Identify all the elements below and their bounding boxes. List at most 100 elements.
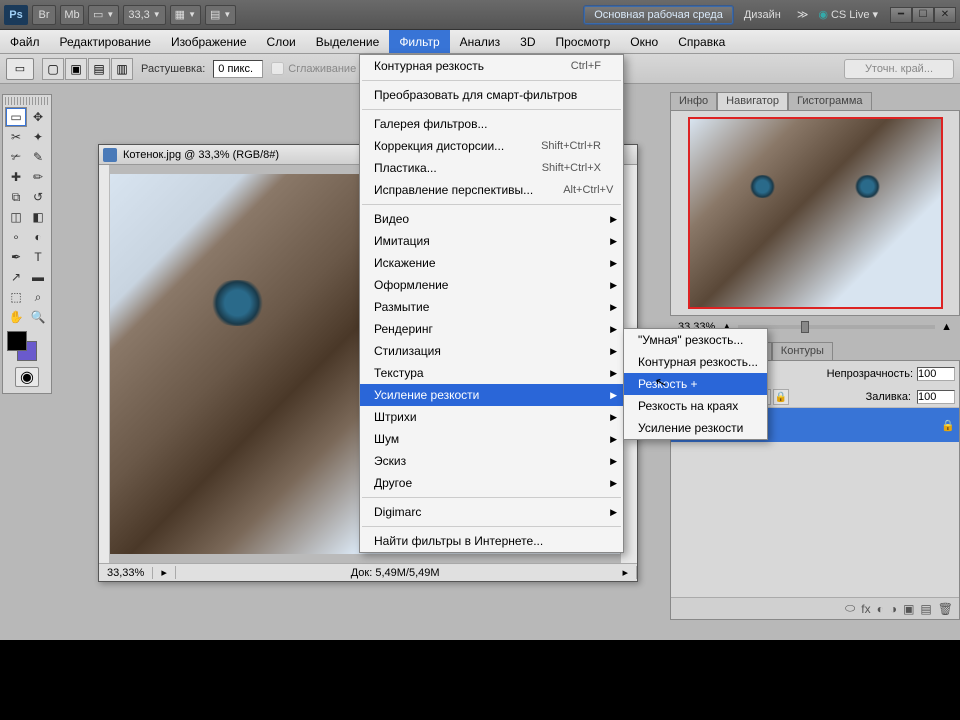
gradient-tool[interactable]: ◧	[27, 207, 49, 227]
pen-tool[interactable]: ✒	[5, 247, 27, 267]
zoom-in-icon[interactable]: ▲	[941, 321, 952, 333]
fill-input[interactable]	[917, 390, 955, 404]
menu-файл[interactable]: Файл	[0, 30, 50, 53]
filter-item[interactable]: Контурная резкостьCtrl+F	[360, 55, 623, 77]
new-layer-icon[interactable]: ▤	[920, 602, 931, 616]
filter-item[interactable]: Размытие▶	[360, 296, 623, 318]
mode-new[interactable]: ▢	[42, 58, 64, 80]
menu-выделение[interactable]: Выделение	[306, 30, 390, 53]
eyedropper-tool[interactable]: ✎	[27, 147, 49, 167]
filter-item[interactable]: Пластика...Shift+Ctrl+X	[360, 157, 623, 179]
ps-logo[interactable]: Ps	[4, 5, 28, 25]
filter-item[interactable]: Имитация▶	[360, 230, 623, 252]
filter-item[interactable]: Эскиз▶	[360, 450, 623, 472]
history-brush-tool[interactable]: ↺	[27, 187, 49, 207]
sharpen-item[interactable]: Резкость на краях	[624, 395, 767, 417]
opacity-input[interactable]	[917, 367, 955, 381]
filter-item[interactable]: Преобразовать для смарт-фильтров	[360, 84, 623, 106]
arrange-dropdown[interactable]: ▦▼	[170, 5, 201, 25]
group-icon[interactable]: ▣	[903, 602, 914, 616]
zoom-tool[interactable]: 🔍	[27, 307, 49, 327]
heal-tool[interactable]: ✚	[5, 167, 27, 187]
sharpen-item[interactable]: Усиление резкости	[624, 417, 767, 439]
status-zoom[interactable]: 33,33%	[99, 567, 153, 579]
filter-item[interactable]: Рендеринг▶	[360, 318, 623, 340]
shape-tool[interactable]: ▬	[27, 267, 49, 287]
filter-item[interactable]: Найти фильтры в Интернете...	[360, 530, 623, 552]
zoom-dropdown[interactable]: 33,3▼	[123, 5, 165, 25]
nav-tab-0[interactable]: Инфо	[670, 92, 717, 110]
status-arrow[interactable]: ▸	[153, 566, 176, 579]
type-tool[interactable]: T	[27, 247, 49, 267]
menu-редактирование[interactable]: Редактирование	[50, 30, 161, 53]
hand-tool[interactable]: ✋	[5, 307, 27, 327]
minibridge-button[interactable]: Mb	[60, 5, 84, 25]
mode-subtract[interactable]: ▤	[88, 58, 110, 80]
cslive-button[interactable]: CS Live ▾	[818, 8, 878, 21]
menu-3d[interactable]: 3D	[510, 30, 545, 53]
layer-tab-2[interactable]: Контуры	[772, 342, 833, 360]
filter-item[interactable]: Оформление▶	[360, 274, 623, 296]
eraser-tool[interactable]: ◫	[5, 207, 27, 227]
3d-tool[interactable]: ⬚	[5, 287, 27, 307]
sharpen-item[interactable]: Контурная резкость...	[624, 351, 767, 373]
maximize-button[interactable]: ☐	[912, 7, 934, 23]
filter-item[interactable]: Текстура▶	[360, 362, 623, 384]
filter-item[interactable]: Стилизация▶	[360, 340, 623, 362]
navigator-preview[interactable]	[688, 117, 943, 309]
screen-mode-dropdown[interactable]: ▭▼	[88, 5, 119, 25]
sharpen-item[interactable]: Резкость +	[624, 373, 767, 395]
stamp-tool[interactable]: ⧉	[5, 187, 27, 207]
quickmask-button[interactable]: ◉	[15, 367, 39, 387]
menu-просмотр[interactable]: Просмотр	[545, 30, 620, 53]
color-swatches[interactable]	[5, 331, 49, 363]
filter-item[interactable]: Другое▶	[360, 472, 623, 494]
filter-item[interactable]: Искажение▶	[360, 252, 623, 274]
zoom-slider-thumb[interactable]	[801, 321, 809, 333]
mask-icon[interactable]: ◐	[877, 602, 884, 616]
workspace-design[interactable]: Дизайн	[738, 9, 787, 21]
filter-item[interactable]: Усиление резкости▶	[360, 384, 623, 406]
menu-слои[interactable]: Слои	[257, 30, 306, 53]
crop-tool[interactable]: ✃	[5, 147, 27, 167]
status-docsize[interactable]: Док: 5,49M/5,49M	[176, 567, 615, 579]
link-layers-icon[interactable]: ⬭	[845, 601, 855, 616]
blur-tool[interactable]: ∘	[5, 227, 27, 247]
workspace-primary[interactable]: Основная рабочая среда	[583, 5, 734, 25]
status-right-arrow[interactable]: ▸	[614, 566, 637, 579]
minimize-button[interactable]: ━	[890, 7, 912, 23]
bridge-button[interactable]: Br	[32, 5, 56, 25]
move-tool[interactable]: ✥	[27, 107, 49, 127]
palette-grip[interactable]	[5, 97, 49, 105]
sharpen-item[interactable]: "Умная" резкость...	[624, 329, 767, 351]
menu-изображение[interactable]: Изображение	[161, 30, 257, 53]
delete-layer-icon[interactable]: 🗑	[938, 602, 953, 616]
extras-dropdown[interactable]: ▤▼	[205, 5, 236, 25]
menu-фильтр[interactable]: Фильтр	[389, 30, 449, 53]
menu-окно[interactable]: Окно	[620, 30, 668, 53]
current-tool-icon[interactable]: ▭	[6, 58, 34, 80]
marquee-tool[interactable]: ▭	[5, 107, 27, 127]
lasso-tool[interactable]: ✂	[5, 127, 27, 147]
feather-input[interactable]	[213, 60, 263, 78]
filter-item[interactable]: Коррекция дисторсии...Shift+Ctrl+R	[360, 135, 623, 157]
filter-item[interactable]: Исправление перспективы...Alt+Ctrl+V	[360, 179, 623, 201]
filter-item[interactable]: Шум▶	[360, 428, 623, 450]
nav-tab-1[interactable]: Навигатор	[717, 92, 788, 110]
menu-справка[interactable]: Справка	[668, 30, 735, 53]
filter-item[interactable]: Галерея фильтров...	[360, 113, 623, 135]
nav-tab-2[interactable]: Гистограмма	[788, 92, 872, 110]
brush-tool[interactable]: ✏	[27, 167, 49, 187]
adjustment-icon[interactable]: ◑	[890, 602, 897, 616]
refine-edge-button[interactable]: Уточн. край...	[844, 59, 954, 79]
wand-tool[interactable]: ✦	[27, 127, 49, 147]
mode-intersect[interactable]: ▥	[111, 58, 133, 80]
close-button[interactable]: ✕	[934, 7, 956, 23]
menu-анализ[interactable]: Анализ	[450, 30, 511, 53]
filter-item[interactable]: Digimarc▶	[360, 501, 623, 523]
filter-item[interactable]: Штрихи▶	[360, 406, 623, 428]
path-tool[interactable]: ↗	[5, 267, 27, 287]
workspace-more[interactable]: ≫	[791, 8, 815, 21]
filter-item[interactable]: Видео▶	[360, 208, 623, 230]
dodge-tool[interactable]: ◐	[27, 227, 49, 247]
